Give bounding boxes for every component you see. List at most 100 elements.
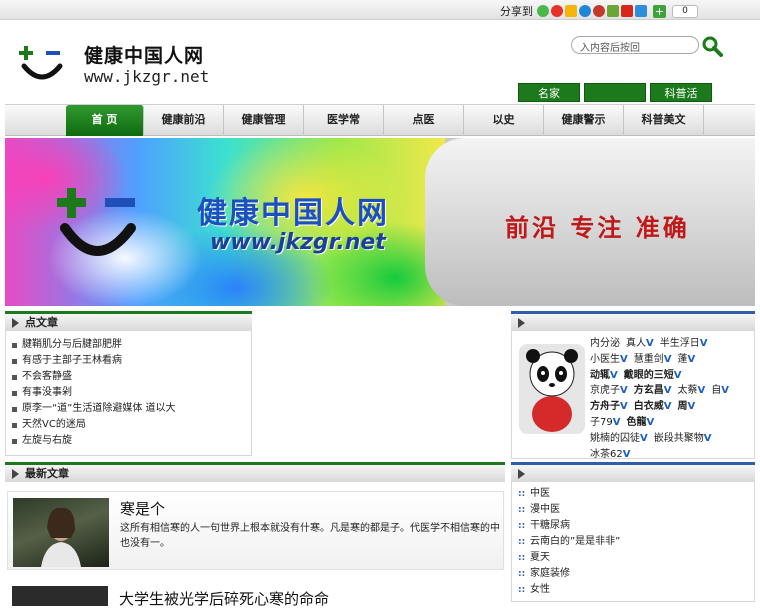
list-item[interactable]: 原李一“道”生活道除避媒体 道以大 <box>12 401 251 417</box>
expert-name[interactable]: 太蔡 <box>678 385 698 396</box>
nav-science-articles[interactable]: 科普美文 <box>624 105 704 136</box>
verified-badge-icon: V <box>620 401 628 413</box>
expert-tag[interactable]: 冰茶62V <box>590 447 630 463</box>
expert-tag[interactable]: 子79V <box>590 415 620 431</box>
expert-name[interactable]: 慧重剑 <box>634 354 664 365</box>
nav-home[interactable]: 首 页 <box>66 105 144 136</box>
expert-name[interactable]: 蓬 <box>678 354 688 365</box>
site-name[interactable]: 健康中国人网 <box>84 41 204 68</box>
expert-name[interactable]: 嵌段共聚物 <box>654 433 704 444</box>
expert-tag[interactable]: 自V <box>711 383 729 399</box>
search-input[interactable]: 入内容后按回 <box>571 36 699 54</box>
nav-medical-knowledge[interactable]: 医学常 <box>304 105 384 136</box>
search-icon[interactable] <box>701 35 723 57</box>
expert-name[interactable]: 小医生 <box>590 354 620 365</box>
site-url[interactable]: www.jkzgr.net <box>84 67 209 86</box>
list-item[interactable]: 不会客静盛 <box>12 369 251 385</box>
expert-name[interactable]: 戴眼的三短 <box>624 370 674 381</box>
verified-badge-icon: V <box>663 385 672 397</box>
nav-health-frontier[interactable]: 健康前沿 <box>144 105 224 136</box>
famous-experts-button[interactable]: 名家 <box>518 83 580 102</box>
expert-tag[interactable]: 京虎子V <box>590 383 628 399</box>
science-activity-button[interactable]: 科普活 <box>650 83 712 102</box>
expert-name[interactable]: 冰茶62 <box>590 449 623 460</box>
quick-link-button[interactable] <box>584 83 646 102</box>
expert-tag[interactable]: 小医生V <box>590 352 628 368</box>
expert-tag[interactable]: 方舟子V <box>590 399 628 415</box>
expert-name[interactable]: 内分泌 <box>590 338 620 349</box>
expert-name[interactable]: 京虎子 <box>590 385 620 396</box>
list-item[interactable]: 家庭装修 <box>518 566 754 582</box>
expert-name[interactable]: 姚楠的囚徒 <box>590 433 640 444</box>
nav-health-warning[interactable]: 健康警示 <box>544 105 624 136</box>
expert-name[interactable]: 子79 <box>590 417 613 428</box>
douban-share-icon[interactable] <box>621 5 633 17</box>
list-item[interactable]: 左旋与右旋 <box>12 433 251 449</box>
kaixin-share-icon[interactable] <box>607 5 619 17</box>
verified-badge-icon: V <box>610 369 618 381</box>
list-item[interactable]: 腱鞘肌分与后腱部肥胖 <box>12 337 251 353</box>
qq-share-icon[interactable] <box>579 5 591 17</box>
list-item[interactable]: 云南白的”是是非非” <box>518 534 754 550</box>
expert-name[interactable]: 自 <box>711 385 721 396</box>
article-card[interactable]: 大学生被光学后碎死心寒的命命 <box>7 582 504 608</box>
banner-logo-icon <box>57 188 136 256</box>
expert-tag[interactable]: 太蔡V <box>678 383 706 399</box>
hot-articles-title: 点文章 <box>25 316 58 329</box>
verified-badge-icon: V <box>620 353 628 365</box>
expert-tag[interactable]: 半生浮日V <box>660 336 708 352</box>
expert-name[interactable]: 色龍 <box>626 417 646 428</box>
expert-tag[interactable]: 周V <box>678 399 696 415</box>
wechat-share-icon[interactable] <box>537 5 549 17</box>
expert-tag[interactable]: 动辄V <box>590 368 618 384</box>
expert-name[interactable]: 周 <box>678 401 688 412</box>
list-item[interactable]: 中医 <box>518 486 754 502</box>
site-logo-icon[interactable] <box>18 42 66 86</box>
list-item[interactable]: 夏天 <box>518 550 754 566</box>
list-item[interactable]: 漫中医 <box>518 502 754 518</box>
verified-badge-icon: V <box>646 338 654 349</box>
category-list: 中医 漫中医 干糖尿病 云南白的”是是非非” 夏天 家庭装修 女性 <box>512 482 754 598</box>
nav-health-management[interactable]: 健康管理 <box>224 105 304 136</box>
list-item[interactable]: 女性 <box>518 582 754 598</box>
article-title[interactable]: 大学生被光学后碎死心寒的命命 <box>119 588 329 609</box>
expert-tag[interactable]: 嵌段共聚物V <box>654 431 712 447</box>
article-thumbnail[interactable] <box>13 498 109 567</box>
category-header <box>511 462 755 482</box>
renren-share-icon[interactable] <box>593 5 605 17</box>
nav-history[interactable]: 以史 <box>464 105 544 136</box>
nav-clinic[interactable]: 点医 <box>384 105 464 136</box>
tag-row: 京虎子V 方玄昌V 太蔡V 自V <box>590 383 750 399</box>
expert-tag[interactable]: 姚楠的囚徒V <box>590 431 648 447</box>
qzone-share-icon[interactable] <box>565 5 577 17</box>
expert-tag[interactable]: 戴眼的三短V <box>624 368 682 384</box>
expert-name[interactable]: 方舟子 <box>590 401 620 412</box>
list-item[interactable]: 有事没事剁 <box>12 385 251 401</box>
expert-name[interactable]: 半生浮日 <box>660 338 700 349</box>
expert-tag[interactable]: 色龍V <box>626 415 654 431</box>
list-item[interactable]: 干糖尿病 <box>518 518 754 534</box>
article-title[interactable]: 寒是个 <box>120 498 165 519</box>
tencent-weibo-share-icon[interactable] <box>635 5 647 17</box>
list-item[interactable]: 天然VC的迷局 <box>12 417 251 433</box>
article-card[interactable]: 寒是个 这所有相信寒的人一句世界上根本就没有什寒。凡是寒的都是子。代医学不相信寒… <box>7 491 504 570</box>
share-label: 分享到 <box>500 5 533 18</box>
expert-tags: 内分泌 真人V 半生浮日V 小医生V 慧重剑V 蓬V 动辄V 戴眼的三短V 京虎子V 方玄昌V 太蔡… <box>590 336 750 462</box>
verified-badge-icon: V <box>699 338 708 349</box>
expert-name[interactable]: 方玄昌 <box>634 385 664 396</box>
expert-tag[interactable]: 内分泌 <box>590 336 620 352</box>
expert-tag[interactable]: 真人V <box>626 336 654 352</box>
article-thumbnail[interactable] <box>12 586 108 606</box>
banner-url: www.jkzgr.net <box>210 230 386 255</box>
more-share-button[interactable]: + <box>653 4 666 18</box>
expert-tag[interactable]: 白衣威V <box>634 399 672 415</box>
expert-tag[interactable]: 慧重剑V <box>634 352 672 368</box>
weibo-share-icon[interactable] <box>551 5 563 17</box>
expert-name[interactable]: 动辄 <box>590 370 610 381</box>
expert-tag[interactable]: 方玄昌V <box>634 383 672 399</box>
expert-name[interactable]: 真人 <box>626 338 646 349</box>
expert-name[interactable]: 白衣威 <box>634 401 664 412</box>
expert-tag[interactable]: 蓬V <box>678 352 696 368</box>
list-item[interactable]: 有感于主部子王林看病 <box>12 353 251 369</box>
